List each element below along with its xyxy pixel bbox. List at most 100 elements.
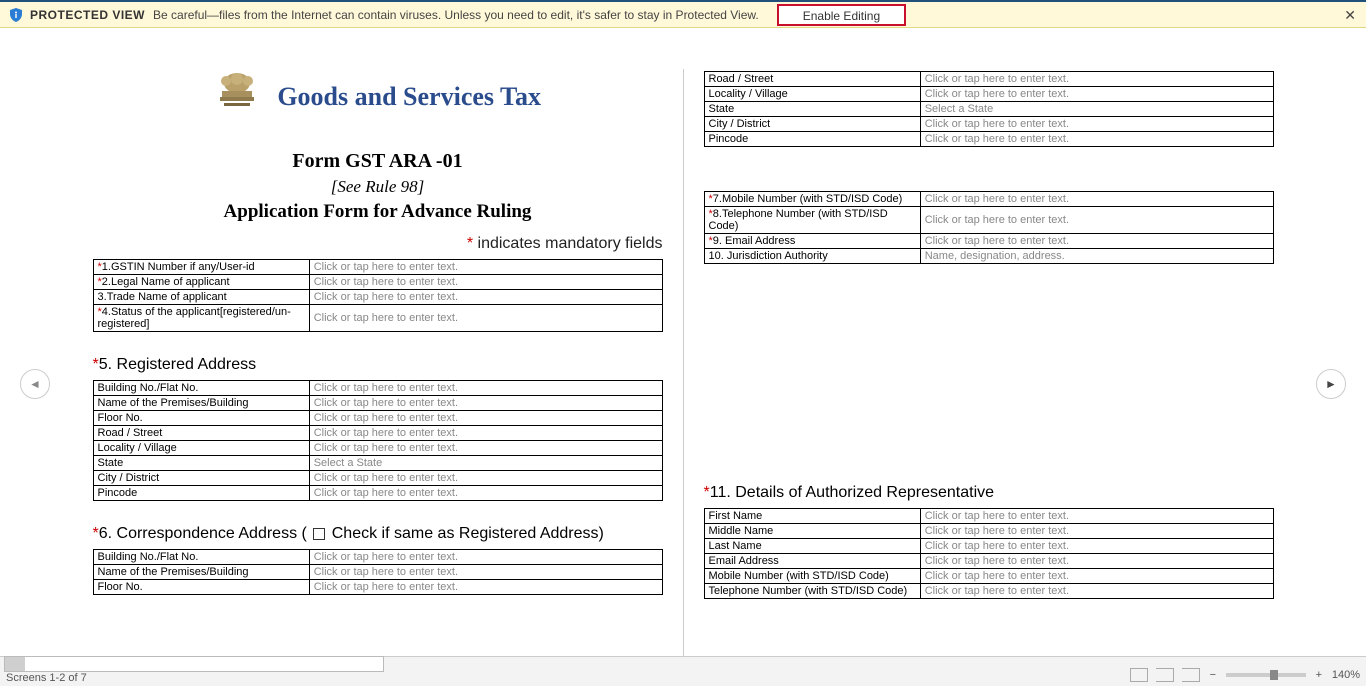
field-input[interactable]: Click or tap here to enter text.: [920, 584, 1273, 599]
field-input[interactable]: Click or tap here to enter text.: [920, 554, 1273, 569]
zoom-in-button[interactable]: +: [1314, 669, 1324, 681]
field-input[interactable]: Click or tap here to enter text.: [309, 441, 662, 456]
field-input[interactable]: Click or tap here to enter text.: [920, 117, 1273, 132]
field-input[interactable]: Click or tap here to enter text.: [309, 260, 662, 275]
correspondence-address-table-p2: Road / StreetClick or tap here to enter …: [704, 71, 1274, 147]
zoom-slider[interactable]: [1226, 673, 1306, 677]
emblem-icon: [214, 69, 260, 124]
section-5-heading: *5. Registered Address: [93, 356, 663, 374]
field-input[interactable]: Click or tap here to enter text.: [920, 509, 1273, 524]
table-row: Name of the Premises/BuildingClick or ta…: [93, 565, 662, 580]
main-fields-table: *1.GSTIN Number if any/User-idClick or t…: [93, 259, 663, 332]
correspondence-address-table-p1: Building No./Flat No.Click or tap here t…: [93, 549, 663, 595]
field-input[interactable]: Click or tap here to enter text.: [309, 565, 662, 580]
table-row: Road / StreetClick or tap here to enter …: [704, 72, 1273, 87]
view-mode-print-icon[interactable]: [1156, 668, 1174, 682]
table-row: Road / StreetClick or tap here to enter …: [93, 426, 662, 441]
field-input[interactable]: Click or tap here to enter text.: [920, 192, 1273, 207]
table-row: Building No./Flat No.Click or tap here t…: [93, 550, 662, 565]
prev-screen-button[interactable]: ◄: [20, 369, 50, 399]
representative-table: First NameClick or tap here to enter tex…: [704, 508, 1274, 599]
table-row: *4.Status of the applicant[registered/un…: [93, 305, 662, 332]
page-separator: [683, 69, 684, 656]
table-row: Email AddressClick or tap here to enter …: [704, 554, 1273, 569]
page-1: Goods and Services Tax Form GST ARA -01 …: [93, 59, 663, 656]
table-row: Last NameClick or tap here to enter text…: [704, 539, 1273, 554]
table-row: Building No./Flat No.Click or tap here t…: [93, 381, 662, 396]
zoom-slider-thumb[interactable]: [1270, 670, 1278, 680]
view-mode-web-icon[interactable]: [1182, 668, 1200, 682]
protected-view-bar: PROTECTED VIEW Be careful—files from the…: [0, 0, 1366, 28]
application-title: Application Form for Advance Ruling: [93, 201, 663, 223]
table-row: *1.GSTIN Number if any/User-idClick or t…: [93, 260, 662, 275]
field-input[interactable]: Click or tap here to enter text.: [920, 207, 1273, 234]
field-input[interactable]: Click or tap here to enter text.: [309, 396, 662, 411]
field-input[interactable]: Name, designation, address.: [920, 249, 1273, 264]
field-input[interactable]: Click or tap here to enter text.: [920, 234, 1273, 249]
field-input[interactable]: Click or tap here to enter text.: [309, 305, 662, 332]
table-row: City / DistrictClick or tap here to ente…: [704, 117, 1273, 132]
zoom-percent[interactable]: 140%: [1332, 669, 1360, 681]
field-input[interactable]: Click or tap here to enter text.: [309, 275, 662, 290]
table-row: 10. Jurisdiction AuthorityName, designat…: [704, 249, 1273, 264]
field-input[interactable]: Click or tap here to enter text.: [309, 580, 662, 595]
field-input[interactable]: Click or tap here to enter text.: [309, 486, 662, 501]
protected-view-message: Be careful—files from the Internet can c…: [153, 8, 759, 22]
mandatory-note: * indicates mandatory fields: [93, 235, 663, 253]
table-row: PincodeClick or tap here to enter text.: [704, 132, 1273, 147]
status-bar: Screens 1-2 of 7 − + 140%: [0, 656, 1366, 686]
view-mode-read-icon[interactable]: [1130, 668, 1148, 682]
table-row: Middle NameClick or tap here to enter te…: [704, 524, 1273, 539]
table-row: Name of the Premises/BuildingClick or ta…: [93, 396, 662, 411]
table-row: City / DistrictClick or tap here to ente…: [93, 471, 662, 486]
table-row: Floor No.Click or tap here to enter text…: [93, 580, 662, 595]
state-select[interactable]: Select a State: [309, 456, 662, 471]
chevron-left-icon: ◄: [29, 377, 41, 391]
table-row: Floor No.Click or tap here to enter text…: [93, 411, 662, 426]
section-11-heading: *11. Details of Authorized Representativ…: [704, 484, 1274, 502]
field-input[interactable]: Click or tap here to enter text.: [309, 381, 662, 396]
field-input[interactable]: Click or tap here to enter text.: [920, 539, 1273, 554]
field-input[interactable]: Click or tap here to enter text.: [309, 290, 662, 305]
contact-table: *7.Mobile Number (with STD/ISD Code)Clic…: [704, 191, 1274, 264]
table-row: *8.Telephone Number (with STD/ISD Code)C…: [704, 207, 1273, 234]
protected-view-title: PROTECTED VIEW: [30, 8, 145, 22]
close-icon[interactable]: ✕: [1344, 7, 1356, 24]
next-screen-button[interactable]: ►: [1316, 369, 1346, 399]
document-canvas: ◄ ► Goods and Services Tax: [0, 29, 1366, 656]
field-input[interactable]: Click or tap here to enter text.: [309, 426, 662, 441]
document-title: Goods and Services Tax: [277, 82, 541, 112]
chevron-right-icon: ►: [1325, 377, 1337, 391]
page-2: Road / StreetClick or tap here to enter …: [704, 59, 1274, 656]
zoom-out-button[interactable]: −: [1208, 669, 1218, 681]
scrollbar-thumb[interactable]: [5, 657, 25, 671]
enable-editing-button[interactable]: Enable Editing: [777, 4, 906, 26]
table-row: First NameClick or tap here to enter tex…: [704, 509, 1273, 524]
field-input[interactable]: Click or tap here to enter text.: [920, 569, 1273, 584]
field-input[interactable]: Click or tap here to enter text.: [920, 132, 1273, 147]
see-rule: [See Rule 98]: [93, 177, 663, 197]
same-as-registered-checkbox[interactable]: [313, 528, 325, 540]
field-input[interactable]: Click or tap here to enter text.: [920, 87, 1273, 102]
field-input[interactable]: Click or tap here to enter text.: [920, 524, 1273, 539]
table-row: *2.Legal Name of applicantClick or tap h…: [93, 275, 662, 290]
table-row: StateSelect a State: [93, 456, 662, 471]
table-row: Mobile Number (with STD/ISD Code)Click o…: [704, 569, 1273, 584]
table-row: 3.Trade Name of applicantClick or tap he…: [93, 290, 662, 305]
state-select[interactable]: Select a State: [920, 102, 1273, 117]
screens-label: Screens 1-2 of 7: [6, 672, 384, 684]
field-input[interactable]: Click or tap here to enter text.: [309, 550, 662, 565]
table-row: PincodeClick or tap here to enter text.: [93, 486, 662, 501]
table-row: Telephone Number (with STD/ISD Code)Clic…: [704, 584, 1273, 599]
table-row: *7.Mobile Number (with STD/ISD Code)Clic…: [704, 192, 1273, 207]
field-input[interactable]: Click or tap here to enter text.: [309, 471, 662, 486]
shield-icon: [8, 7, 24, 23]
field-input[interactable]: Click or tap here to enter text.: [920, 72, 1273, 87]
field-input[interactable]: Click or tap here to enter text.: [309, 411, 662, 426]
registered-address-table: Building No./Flat No.Click or tap here t…: [93, 380, 663, 501]
section-6-heading: *6. Correspondence Address ( Check if sa…: [93, 525, 663, 543]
horizontal-scrollbar[interactable]: [4, 656, 384, 672]
table-row: *9. Email AddressClick or tap here to en…: [704, 234, 1273, 249]
table-row: Locality / VillageClick or tap here to e…: [93, 441, 662, 456]
table-row: StateSelect a State: [704, 102, 1273, 117]
